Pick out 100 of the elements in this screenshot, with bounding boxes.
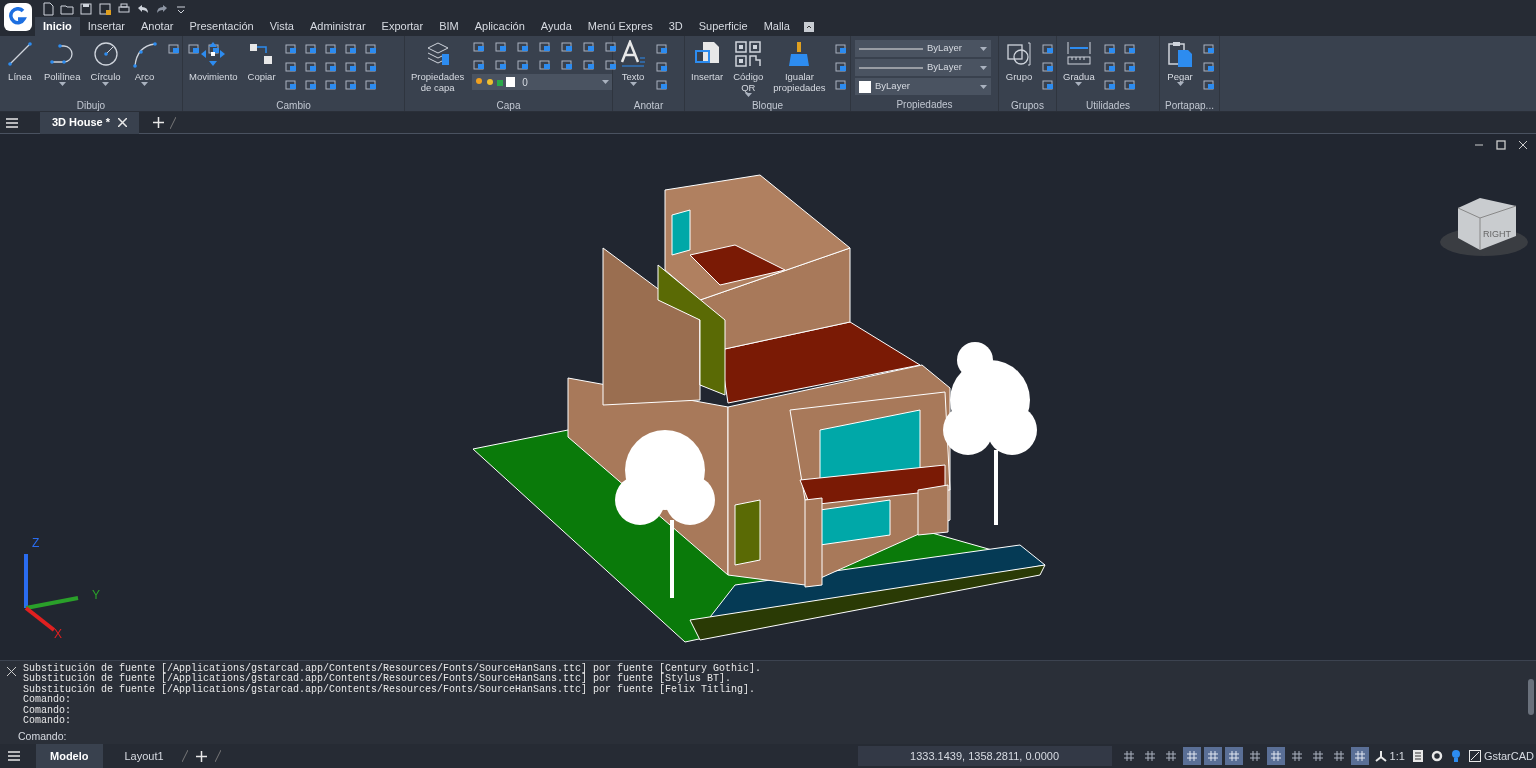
- settings-icon[interactable]: [1430, 750, 1443, 762]
- panel-title[interactable]: Portapap...: [1165, 97, 1214, 113]
- panel-title[interactable]: Dibujo: [76, 97, 106, 113]
- ribbon-tab[interactable]: Aplicación: [466, 17, 533, 36]
- clipboard-icon: [1166, 40, 1194, 68]
- ribbon-tab[interactable]: Superficie: [690, 17, 756, 36]
- layer-dropdown[interactable]: 0: [472, 74, 613, 90]
- ribbon-tab[interactable]: Malla: [755, 17, 798, 36]
- arc-icon: [130, 40, 159, 68]
- grid-icon: [1353, 750, 1366, 762]
- axis-label: Y: [92, 589, 100, 601]
- ribbon-tool-button[interactable]: Texto: [617, 40, 649, 98]
- ribbon-tool-button[interactable]: Copiar: [245, 40, 278, 98]
- brand-label: GstarCAD: [1483, 748, 1534, 764]
- status-toggle-button[interactable]: [1182, 747, 1201, 765]
- add-layout-icon[interactable]: [195, 750, 207, 762]
- fullscreen-icon[interactable]: [1468, 750, 1481, 762]
- command-history-line: Comando:: [23, 695, 72, 706]
- command-history-line: Comando:: [23, 716, 72, 727]
- panel-title[interactable]: Cambio: [276, 97, 311, 113]
- line-sample-icon: [859, 46, 923, 51]
- view-cube-drawing[interactable]: [1440, 198, 1528, 256]
- caret-icon: [602, 80, 610, 84]
- scale-dropdown[interactable]: 1:1: [1389, 747, 1405, 765]
- save-icon[interactable]: [79, 1, 93, 16]
- new-file-icon[interactable]: [41, 1, 55, 16]
- grid-icon: [1227, 750, 1240, 762]
- status-toggle-button[interactable]: [1266, 747, 1285, 765]
- panel-title[interactable]: Grupos: [1011, 97, 1044, 113]
- command-prompt: Comando:: [18, 729, 68, 745]
- document-tab[interactable]: 3D House *: [40, 111, 140, 134]
- panel-title[interactable]: Propiedades: [896, 96, 953, 112]
- status-toggle-button[interactable]: [1203, 747, 1222, 765]
- grid-icon: [1122, 750, 1135, 762]
- ribbon-tab[interactable]: Ayuda: [532, 17, 580, 36]
- ribbon-tool-button[interactable]: Círculo: [88, 40, 123, 98]
- menu-icon[interactable]: [8, 751, 20, 761]
- coordinates-display: 1333.1439, 1358.2811, 0.0000: [857, 746, 1112, 766]
- panel-title[interactable]: Bloque: [751, 97, 784, 113]
- maximize-icon[interactable]: [1496, 140, 1506, 150]
- layout-tab[interactable]: Modelo: [36, 744, 103, 768]
- ribbon-tab[interactable]: Exportar: [373, 17, 432, 36]
- qr-code-icon: [734, 40, 763, 68]
- layer-state-icon: [475, 77, 516, 87]
- scrollbar-thumb: [1528, 679, 1534, 715]
- ribbon-tool-button[interactable]: Propiedades de capa: [409, 40, 467, 98]
- annotation-scale-icon[interactable]: [1374, 750, 1387, 762]
- ribbon-tool-button[interactable]: Movimiento: [187, 40, 240, 98]
- close-icon[interactable]: [1518, 140, 1528, 150]
- ribbon-tab[interactable]: Inicio: [35, 17, 80, 36]
- grid-icon: [1143, 750, 1156, 762]
- property-dropdown[interactable]: ByLayer: [855, 78, 991, 95]
- ribbon-tab[interactable]: Insertar: [79, 17, 134, 36]
- list-icon[interactable]: [1412, 750, 1423, 762]
- add-tab-icon[interactable]: [153, 117, 165, 128]
- grid-icon: [1332, 750, 1345, 762]
- grid-icon: [1290, 750, 1303, 762]
- ribbon-tab[interactable]: Menú Expres: [579, 17, 661, 36]
- ribbon-tab[interactable]: Anotar: [133, 17, 182, 36]
- lightbulb-icon[interactable]: [1450, 750, 1461, 762]
- ribbon-tab[interactable]: BIM: [431, 17, 467, 36]
- group-icon: [1005, 40, 1033, 68]
- property-dropdown[interactable]: ByLayer: [855, 59, 991, 76]
- ribbon-tool-button[interactable]: Grupo: [1003, 40, 1035, 98]
- text-icon: [619, 40, 647, 68]
- status-toggle-button[interactable]: [1224, 747, 1243, 765]
- print-icon[interactable]: [117, 1, 131, 16]
- ribbon-tab[interactable]: 3D: [660, 17, 691, 36]
- view-cube-label: RIGHT: [1483, 229, 1511, 239]
- ruler-icon: [1064, 40, 1093, 68]
- save-as-icon[interactable]: [98, 1, 112, 16]
- caret-icon: [980, 46, 987, 51]
- ribbon-tab[interactable]: Presentación: [181, 17, 262, 36]
- property-dropdown[interactable]: ByLayer: [855, 40, 991, 57]
- ribbon-tab[interactable]: Administrar: [301, 17, 374, 36]
- ribbon-tool-button[interactable]: Polilínea: [42, 40, 83, 98]
- app-logo-icon[interactable]: [4, 3, 32, 31]
- small-tool-icon[interactable]: [206, 42, 221, 56]
- panel-title[interactable]: Capa: [496, 97, 521, 113]
- menu-icon[interactable]: [6, 117, 18, 128]
- close-icon[interactable]: [118, 118, 128, 127]
- collapse-ribbon-icon[interactable]: [803, 22, 814, 32]
- grid-icon: [1185, 750, 1198, 762]
- caret-icon: [980, 65, 987, 70]
- ribbon-tool-button[interactable]: Gradua: [1061, 40, 1097, 98]
- status-toggle-button[interactable]: [1350, 747, 1369, 765]
- ribbon-tool-button[interactable]: Igualar propiedades: [771, 40, 828, 98]
- grid-icon: [1164, 750, 1177, 762]
- grid-icon: [1311, 750, 1324, 762]
- line-sample-icon: [859, 65, 923, 70]
- ribbon-tool-button[interactable]: Insertar: [689, 40, 726, 98]
- ribbon-tool-button[interactable]: Pegar: [1164, 40, 1196, 98]
- panel-title[interactable]: Anotar: [633, 97, 664, 113]
- grid-icon: [1248, 750, 1261, 762]
- layout-tab[interactable]: Layout1: [110, 744, 178, 768]
- panel-title[interactable]: Utilidades: [1086, 97, 1130, 113]
- ribbon-tool-button[interactable]: Código QR: [731, 40, 766, 98]
- ribbon-tool-button[interactable]: Arco: [128, 40, 161, 98]
- ribbon-tab[interactable]: Vista: [261, 17, 302, 36]
- ribbon-tool-button[interactable]: Línea: [4, 40, 36, 98]
